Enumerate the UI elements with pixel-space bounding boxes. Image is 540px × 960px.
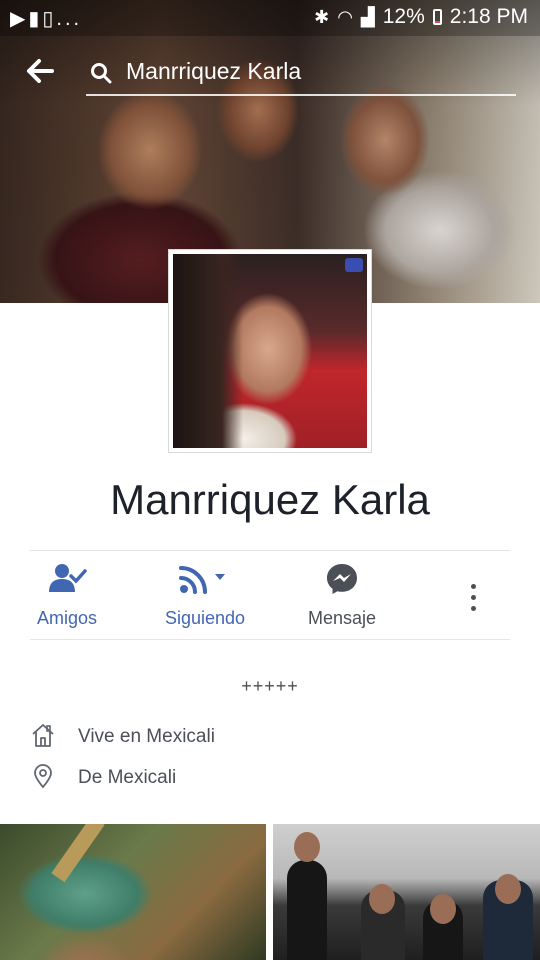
messenger-icon bbox=[325, 562, 359, 601]
search-query[interactable]: Manrriquez Karla bbox=[126, 58, 301, 85]
status-left: ▶▮▯... bbox=[10, 6, 82, 31]
search-icon bbox=[90, 62, 112, 84]
more-options-icon[interactable] bbox=[460, 580, 488, 616]
divider-top bbox=[30, 550, 510, 551]
message-label: Mensaje bbox=[307, 608, 377, 628]
signal-icon: ▟ bbox=[360, 6, 375, 27]
photo-detail bbox=[287, 860, 327, 960]
photo-detail bbox=[51, 824, 105, 883]
bluetooth-icon: ✱ bbox=[314, 6, 330, 27]
profile-picture-logo bbox=[345, 258, 363, 272]
rss-following-icon bbox=[177, 562, 233, 601]
photo-detail bbox=[369, 884, 395, 914]
lives-in-row[interactable]: Vive en Mexicali bbox=[30, 722, 330, 756]
divider-bottom bbox=[30, 639, 510, 640]
following-button[interactable]: Siguiendo bbox=[150, 560, 260, 640]
back-arrow-icon[interactable] bbox=[24, 56, 58, 86]
photo-thumbnail[interactable] bbox=[0, 824, 266, 960]
more-notifications-icon: ... bbox=[56, 8, 83, 30]
following-label: Siguiendo bbox=[164, 608, 246, 628]
friends-label: Amigos bbox=[36, 608, 98, 628]
profile-bio: +++++ bbox=[241, 676, 299, 696]
friend-check-icon bbox=[47, 562, 87, 601]
message-button[interactable]: Mensaje bbox=[292, 560, 392, 640]
photo-detail bbox=[294, 832, 320, 862]
profile-picture[interactable] bbox=[173, 254, 367, 448]
location-pin-icon bbox=[30, 763, 56, 794]
wifi-icon: ◠ bbox=[337, 6, 353, 27]
from-row[interactable]: De Mexicali bbox=[30, 763, 330, 797]
photo-thumbnail[interactable] bbox=[273, 824, 540, 960]
alert-icon: ▮ bbox=[28, 8, 43, 30]
clipboard-check-icon: ▯ bbox=[42, 8, 57, 30]
photo-detail bbox=[495, 874, 521, 904]
clock: 2:18 PM bbox=[449, 5, 528, 28]
search-bar[interactable]: Manrriquez Karla bbox=[86, 56, 516, 96]
lives-in-text: Vive en Mexicali bbox=[78, 726, 215, 747]
battery-icon bbox=[432, 9, 442, 25]
profile-picture-hair bbox=[173, 254, 243, 448]
profile-name: Manrriquez Karla bbox=[110, 476, 430, 523]
status-bar: ▶▮▯... ✱ ◠ ▟ 12% 2:18 PM bbox=[0, 0, 540, 36]
home-icon bbox=[30, 722, 56, 753]
battery-percent: 12% bbox=[382, 5, 425, 28]
status-right: ✱ ◠ ▟ 12% 2:18 PM bbox=[314, 5, 528, 29]
friends-button[interactable]: Amigos bbox=[22, 560, 112, 640]
from-text: De Mexicali bbox=[78, 767, 177, 788]
photo-detail bbox=[430, 894, 456, 924]
play-store-icon: ▶ bbox=[10, 8, 29, 30]
